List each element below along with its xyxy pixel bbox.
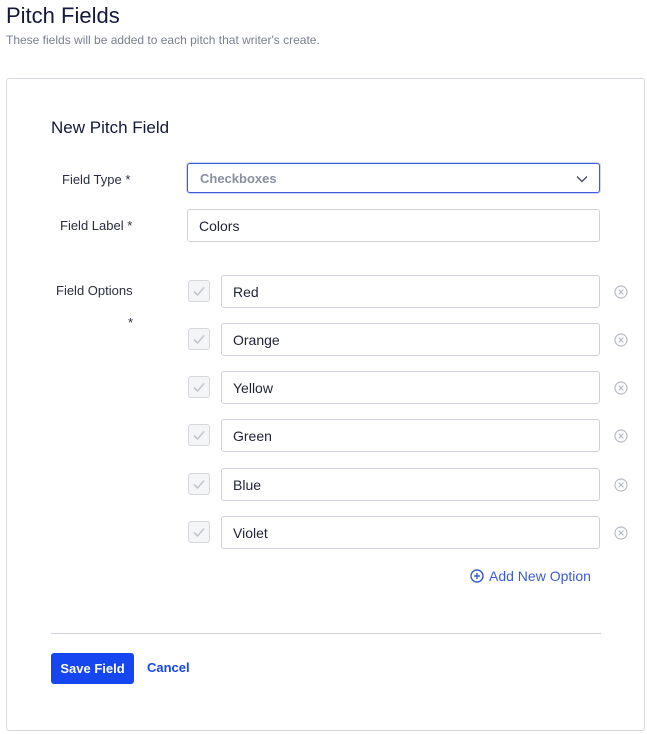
cancel-link[interactable]: Cancel (147, 660, 190, 675)
page-subtitle: These fields will be added to each pitch… (6, 33, 320, 47)
chevron-down-icon (576, 176, 588, 183)
check-icon (193, 479, 205, 490)
required-marker: * (128, 315, 134, 330)
remove-circle-icon[interactable] (614, 285, 628, 299)
option-input[interactable] (221, 468, 600, 501)
field-type-label: Field Type * (62, 172, 131, 187)
field-type-value: Checkboxes (200, 171, 277, 186)
plus-circle-icon (470, 569, 484, 583)
field-label-label: Field Label * (60, 218, 133, 233)
option-checkbox[interactable] (188, 473, 210, 495)
remove-circle-icon[interactable] (614, 429, 628, 443)
option-checkbox[interactable] (188, 280, 210, 302)
check-icon (193, 430, 205, 441)
section-title: New Pitch Field (51, 118, 170, 137)
check-icon (193, 527, 205, 538)
option-input[interactable] (221, 275, 600, 308)
add-new-option-button[interactable]: Add New Option (470, 568, 591, 584)
check-icon (193, 334, 205, 345)
page-title: Pitch Fields (6, 3, 120, 28)
check-icon (193, 286, 205, 297)
field-label-input[interactable] (187, 209, 600, 242)
remove-circle-icon[interactable] (614, 526, 628, 540)
option-checkbox[interactable] (188, 376, 210, 398)
option-checkbox[interactable] (188, 424, 210, 446)
add-new-option-label: Add New Option (489, 568, 591, 584)
option-input[interactable] (221, 516, 600, 549)
option-input[interactable] (221, 371, 600, 404)
option-checkbox[interactable] (188, 328, 210, 350)
option-input[interactable] (221, 419, 600, 452)
field-type-select[interactable]: Checkboxes (187, 163, 600, 193)
save-field-button[interactable]: Save Field (51, 653, 134, 684)
remove-circle-icon[interactable] (614, 478, 628, 492)
option-input[interactable] (221, 323, 600, 356)
divider (51, 633, 601, 634)
check-icon (193, 382, 205, 393)
remove-circle-icon[interactable] (614, 381, 628, 395)
remove-circle-icon[interactable] (614, 333, 628, 347)
option-checkbox[interactable] (188, 521, 210, 543)
field-options-label: Field Options (56, 283, 133, 298)
